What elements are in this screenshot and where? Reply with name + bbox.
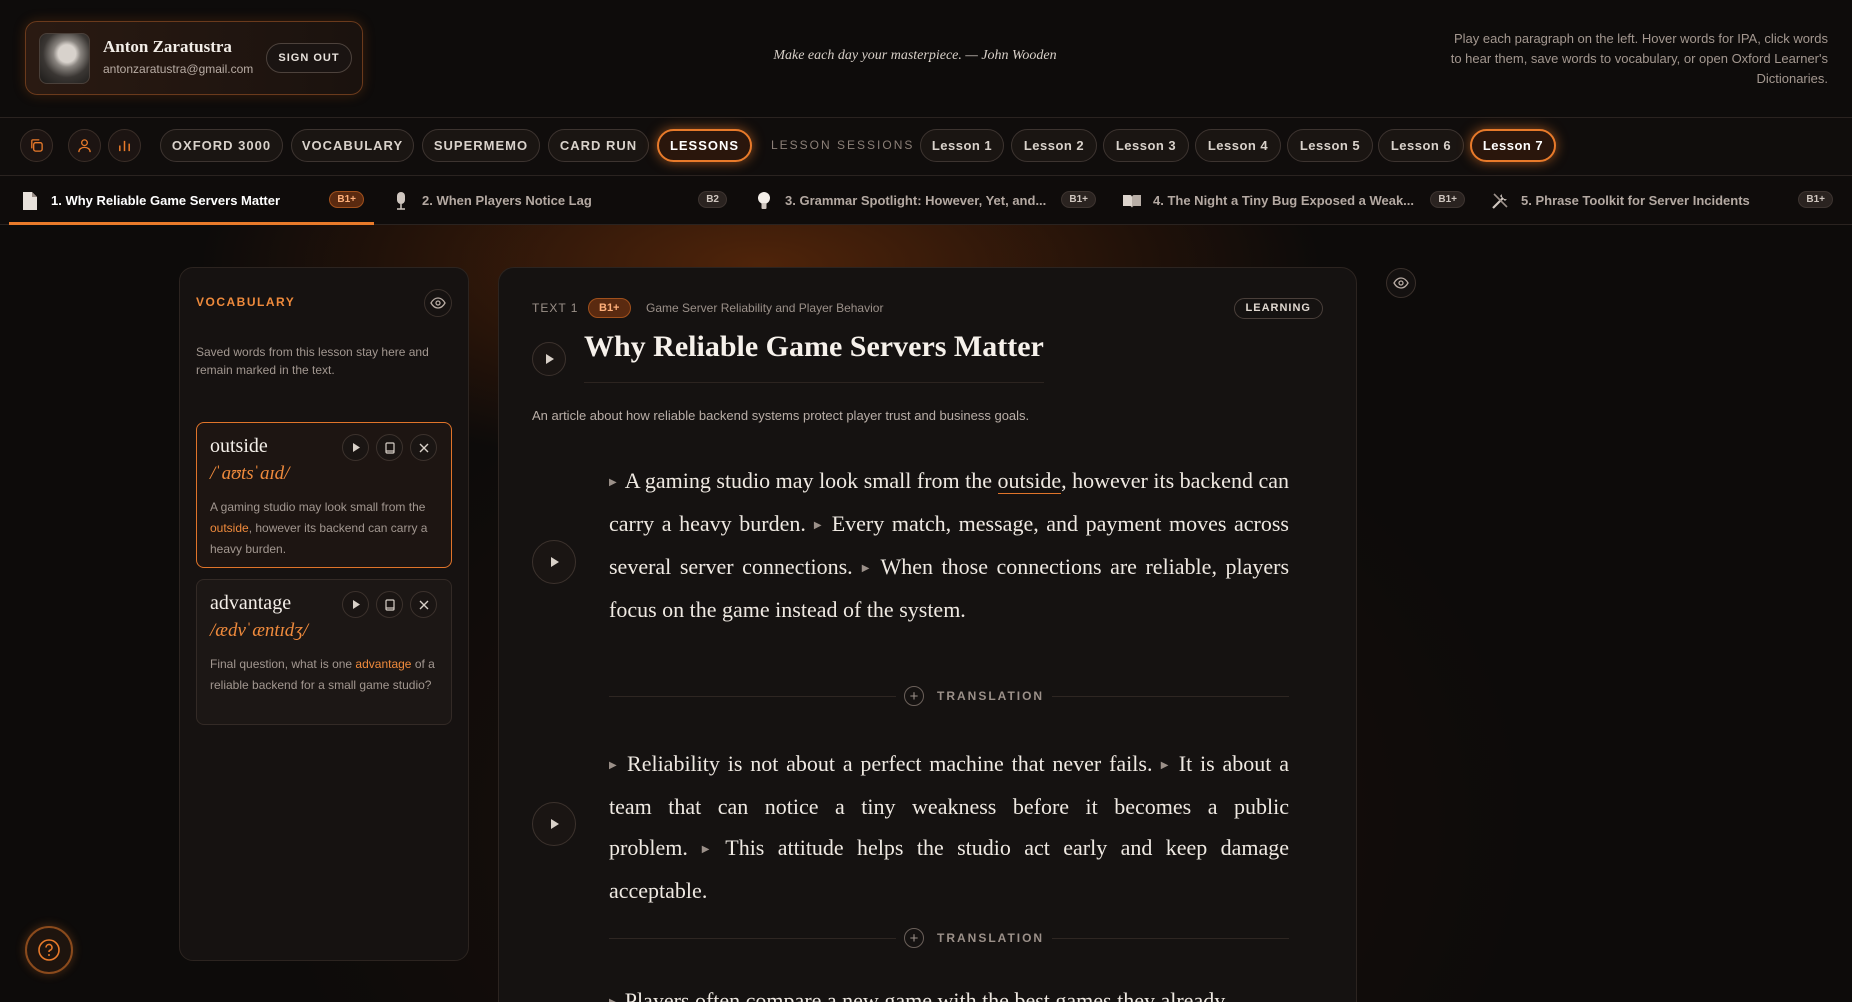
text-reader-card: TEXT 1 B1+ Game Server Reliability and P…	[498, 267, 1357, 1002]
lightbulb-icon	[753, 190, 775, 212]
vocab-highlight: advantage	[355, 657, 412, 671]
dictionary-icon[interactable]	[376, 591, 403, 618]
play-paragraph-2-button[interactable]	[532, 802, 576, 846]
play-paragraph-1-button[interactable]	[532, 540, 576, 584]
eye-icon[interactable]	[1386, 268, 1416, 298]
text-tab-title: 3. Grammar Spotlight: However, Yet, and.…	[785, 193, 1047, 208]
lesson-3-button[interactable]: Lesson 3	[1103, 129, 1189, 162]
tab-oxford-3000[interactable]: OXFORD 3000	[160, 129, 283, 162]
main-nav: OXFORD 3000 VOCABULARY SUPERMEMO CARD RU…	[0, 118, 1852, 176]
vocab-highlight: outside	[210, 521, 249, 535]
vocab-example-sentence: Final question, what is one advantage of…	[210, 657, 435, 692]
translation-toggle-1: + TRANSLATION	[609, 685, 1289, 707]
stats-icon[interactable]	[108, 129, 141, 162]
play-icon[interactable]	[342, 434, 369, 461]
vocabulary-description: Saved words from this lesson stay here a…	[196, 345, 429, 377]
play-title-button[interactable]	[532, 342, 566, 376]
text-tab-2[interactable]: 2. When Players Notice Lag B2	[380, 176, 737, 225]
user-icon[interactable]	[68, 129, 101, 162]
translation-button[interactable]: + TRANSLATION	[896, 685, 1053, 707]
instructions-text: Play each paragraph on the left. Hover w…	[1450, 31, 1828, 86]
lesson-6-button[interactable]: Lesson 6	[1378, 129, 1464, 162]
text-tab-title: 4. The Night a Tiny Bug Exposed a Weak..…	[1153, 193, 1415, 208]
level-badge: B1+	[1430, 191, 1465, 208]
lesson-2-button[interactable]: Lesson 2	[1011, 129, 1097, 162]
close-icon[interactable]	[410, 591, 437, 618]
document-icon	[19, 190, 41, 212]
text-subtitle: An article about how reliable backend sy…	[532, 408, 1030, 423]
sentence-play-icon[interactable]: ▶	[859, 563, 873, 574]
sentence-play-icon[interactable]: ▶	[694, 844, 717, 855]
vocab-card-advantage[interactable]: advantage /ædvˈæntɪdʒ/ Final question, w…	[196, 579, 452, 725]
sentence-play-icon[interactable]: ▶	[609, 760, 619, 771]
sentence-play-icon[interactable]: ▶	[1158, 760, 1170, 771]
level-badge: B1+	[1798, 191, 1833, 208]
help-icon[interactable]	[25, 926, 73, 974]
book-icon	[1121, 190, 1143, 212]
text-topic: Game Server Reliability and Player Behav…	[646, 301, 884, 315]
tools-icon	[1489, 190, 1511, 212]
lesson-1-button[interactable]: Lesson 1	[920, 129, 1004, 162]
lesson-7-button[interactable]: Lesson 7	[1470, 129, 1556, 162]
paragraph-2[interactable]: ▶ Reliability is not about a perfect mach…	[609, 743, 1289, 911]
text-tab-title: 2. When Players Notice Lag	[422, 193, 592, 208]
translation-label: TRANSLATION	[937, 931, 1045, 945]
text-title: Why Reliable Game Servers Matter	[584, 330, 1044, 383]
user-email: antonzaratustra@gmail.com	[103, 62, 254, 76]
vocab-ipa: /ˈaʊtsˈaɪd/	[210, 463, 290, 484]
text-number-label: TEXT 1	[532, 301, 579, 315]
vocab-example-sentence: A gaming studio may look small from the …	[210, 500, 428, 556]
lesson-4-button[interactable]: Lesson 4	[1195, 129, 1281, 162]
sentence-play-icon[interactable]: ▶	[609, 997, 617, 1002]
plus-icon: +	[904, 928, 924, 948]
level-badge: B1+	[1061, 191, 1096, 208]
vocabulary-title: VOCABULARY	[196, 295, 296, 309]
sign-out-button[interactable]: SIGN OUT	[266, 43, 352, 73]
tab-card-run[interactable]: CARD RUN	[548, 129, 649, 162]
text-tab-title: 5. Phrase Toolkit for Server Incidents	[1521, 193, 1750, 208]
plus-icon: +	[904, 686, 924, 706]
sentence-play-icon[interactable]: ▶	[609, 477, 617, 488]
level-badge: B1+	[588, 298, 631, 318]
lesson-5-button[interactable]: Lesson 5	[1287, 129, 1373, 162]
daily-quote: Make each day your masterpiece. — John W…	[773, 48, 1057, 63]
vocab-ipa: /ædvˈæntɪdʒ/	[210, 620, 308, 641]
paragraph-1[interactable]: ▶ A gaming studio may look small from the…	[609, 460, 1289, 630]
text-tabs-bar: 1. Why Reliable Game Servers Matter B1+ …	[0, 176, 1852, 225]
avatar	[39, 33, 90, 84]
eye-icon[interactable]	[424, 289, 452, 317]
copy-icon[interactable]	[20, 129, 53, 162]
paragraph-3[interactable]: ▶Players often compare a new game with t…	[609, 988, 1309, 1002]
play-icon[interactable]	[342, 591, 369, 618]
sentence-play-icon[interactable]: ▶	[812, 520, 824, 531]
text-tab-title: 1. Why Reliable Game Servers Matter	[51, 193, 281, 208]
vocab-card-outside[interactable]: outside /ˈaʊtsˈaɪd/ A gaming studio may …	[196, 422, 452, 568]
close-icon[interactable]	[410, 434, 437, 461]
level-badge: B2	[698, 191, 727, 208]
vocabulary-panel: VOCABULARY Saved words from this lesson …	[179, 267, 469, 961]
microphone-icon	[390, 190, 412, 212]
text-tab-5[interactable]: 5. Phrase Toolkit for Server Incidents B…	[1479, 176, 1843, 225]
app-header: Anton Zaratustra antonzaratustra@gmail.c…	[0, 0, 1852, 118]
user-name: Anton Zaratustra	[103, 37, 232, 56]
lesson-sessions-label: LESSON SESSIONS	[771, 138, 915, 152]
vocab-word: advantage	[210, 592, 292, 614]
tab-vocabulary[interactable]: VOCABULARY	[291, 129, 414, 162]
text-tab-1[interactable]: 1. Why Reliable Game Servers Matter B1+	[9, 176, 374, 225]
translation-button[interactable]: + TRANSLATION	[896, 927, 1053, 949]
dictionary-icon[interactable]	[376, 434, 403, 461]
tab-lessons[interactable]: LESSONS	[657, 129, 752, 162]
translation-label: TRANSLATION	[937, 689, 1045, 703]
status-badge[interactable]: LEARNING	[1233, 298, 1323, 319]
user-card: Anton Zaratustra antonzaratustra@gmail.c…	[25, 21, 363, 95]
saved-word-outside[interactable]: outside	[997, 468, 1062, 494]
translation-toggle-2: + TRANSLATION	[609, 927, 1289, 949]
tab-supermemo[interactable]: SUPERMEMO	[422, 129, 540, 162]
text-tab-4[interactable]: 4. The Night a Tiny Bug Exposed a Weak..…	[1111, 176, 1475, 225]
text-tab-3[interactable]: 3. Grammar Spotlight: However, Yet, and.…	[743, 176, 1106, 225]
level-badge: B1+	[329, 191, 364, 208]
vocab-word: outside	[210, 435, 268, 457]
